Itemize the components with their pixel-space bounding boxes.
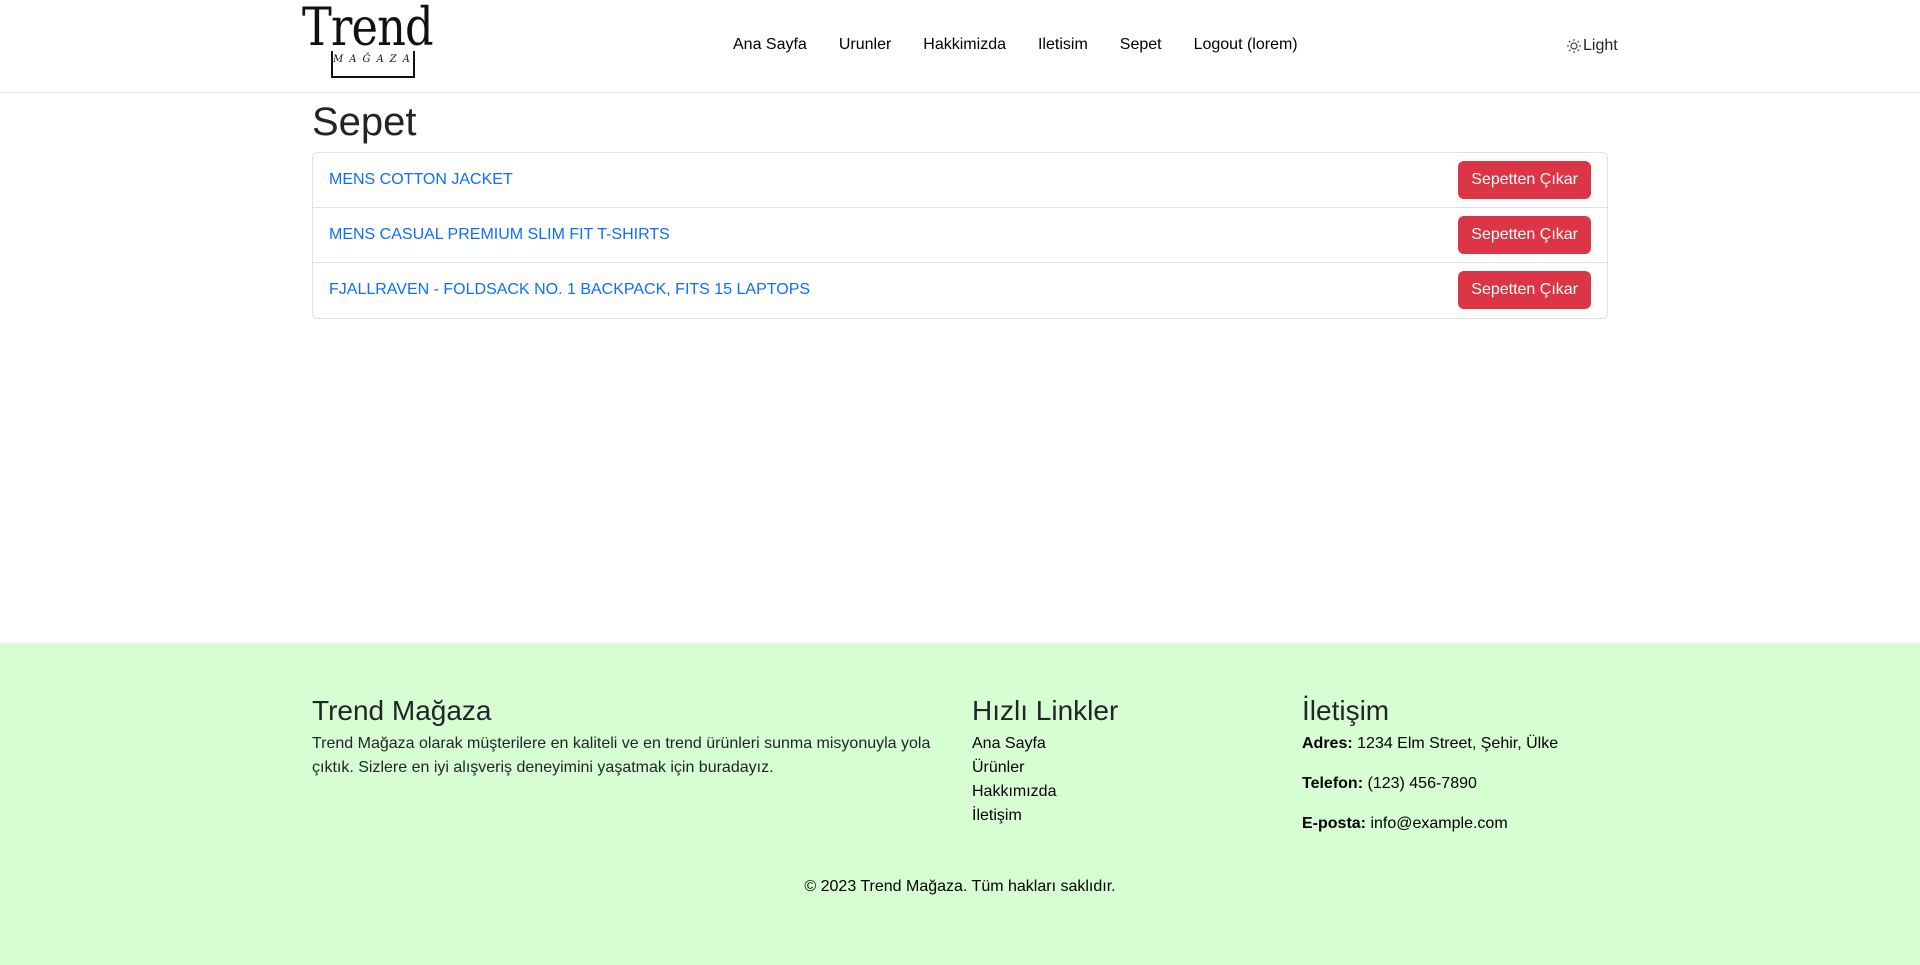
cart-item-link[interactable]: FJALLRAVEN - FOLDSACK NO. 1 BACKPACK, FI…	[329, 281, 810, 299]
footer-email-value: info@example.com	[1370, 814, 1508, 832]
footer-email-label: E-posta:	[1302, 814, 1366, 832]
cart-item: FJALLRAVEN - FOLDSACK NO. 1 BACKPACK, FI…	[313, 263, 1607, 318]
footer-quick-links: Hızlı Linkler Ana Sayfa Ürünler Hakkımız…	[972, 694, 1118, 828]
nav-link-urunler[interactable]: Urunler	[839, 36, 891, 54]
page-title: Sepet	[312, 100, 417, 144]
cart-item-link[interactable]: MENS COTTON JACKET	[329, 171, 513, 189]
cart-item: MENS COTTON JACKET Sepetten Çıkar	[313, 153, 1607, 208]
footer-address-value: 1234 Elm Street, Şehir, Ülke	[1357, 734, 1559, 752]
footer-link-urunler[interactable]: Ürünler	[972, 759, 1024, 776]
footer-quick-links-title: Hızlı Linkler	[972, 695, 1119, 726]
nav-link-logout[interactable]: Logout (lorem)	[1194, 36, 1298, 54]
brand-subtitle: MAĞAZA	[333, 54, 416, 65]
nav-link-hakkimizda[interactable]: Hakkimizda	[923, 36, 1006, 54]
remove-from-cart-button[interactable]: Sepetten Çıkar	[1458, 216, 1591, 254]
cart-list: MENS COTTON JACKET Sepetten Çıkar MENS C…	[312, 152, 1608, 319]
copyright: © 2023 Trend Mağaza. Tüm hakları saklıdı…	[804, 878, 1116, 895]
footer-phone: Telefon: (123) 456-7890	[1302, 772, 1558, 796]
footer-about: Trend Mağaza Trend Mağaza olarak müşteri…	[312, 694, 952, 780]
theme-toggle-label: Light	[1583, 37, 1618, 54]
brand-subtitle-box: MAĞAZA	[331, 51, 415, 78]
footer-address-label: Adres:	[1302, 734, 1353, 752]
sun-icon	[1567, 39, 1581, 53]
brand-logo[interactable]: Trend MAĞAZA	[302, 2, 444, 80]
nav-link-iletisim[interactable]: Iletisim	[1038, 36, 1088, 54]
footer-link-hakkimizda[interactable]: Hakkımızda	[972, 783, 1056, 800]
footer-about-title: Trend Mağaza	[312, 695, 492, 726]
remove-from-cart-button[interactable]: Sepetten Çıkar	[1458, 271, 1591, 309]
nav-link-sepet[interactable]: Sepet	[1120, 36, 1162, 54]
footer-about-text: Trend Mağaza olarak müşterilere en kalit…	[312, 734, 931, 776]
navbar: Trend MAĞAZA Ana Sayfa Urunler Hakkimizd…	[0, 0, 1920, 93]
brand-name: Trend	[302, 0, 434, 58]
theme-toggle-button[interactable]: Light	[1566, 37, 1618, 55]
footer-link-iletisim[interactable]: İletişim	[972, 807, 1022, 824]
nav-links: Ana Sayfa Urunler Hakkimizda Iletisim Se…	[733, 36, 1330, 54]
footer-contact: İletişim Adres: 1234 Elm Street, Şehir, …	[1302, 694, 1558, 852]
cart-item-link[interactable]: MENS CASUAL PREMIUM SLIM FIT T-SHIRTS	[329, 226, 670, 244]
footer-contact-title: İletişim	[1302, 695, 1390, 726]
footer-phone-label: Telefon:	[1302, 774, 1364, 792]
footer-email: E-posta: info@example.com	[1302, 812, 1558, 836]
remove-from-cart-button[interactable]: Sepetten Çıkar	[1458, 161, 1591, 199]
footer-link-ana-sayfa[interactable]: Ana Sayfa	[972, 735, 1046, 752]
footer-address: Adres: 1234 Elm Street, Şehir, Ülke	[1302, 732, 1558, 756]
cart-item: MENS CASUAL PREMIUM SLIM FIT T-SHIRTS Se…	[313, 208, 1607, 263]
footer-quick-links-list: Ana Sayfa Ürünler Hakkımızda İletişim	[972, 732, 1118, 828]
footer: Trend Mağaza Trend Mağaza olarak müşteri…	[0, 643, 1920, 965]
nav-link-ana-sayfa[interactable]: Ana Sayfa	[733, 36, 807, 54]
footer-phone-value: (123) 456-7890	[1367, 774, 1477, 792]
